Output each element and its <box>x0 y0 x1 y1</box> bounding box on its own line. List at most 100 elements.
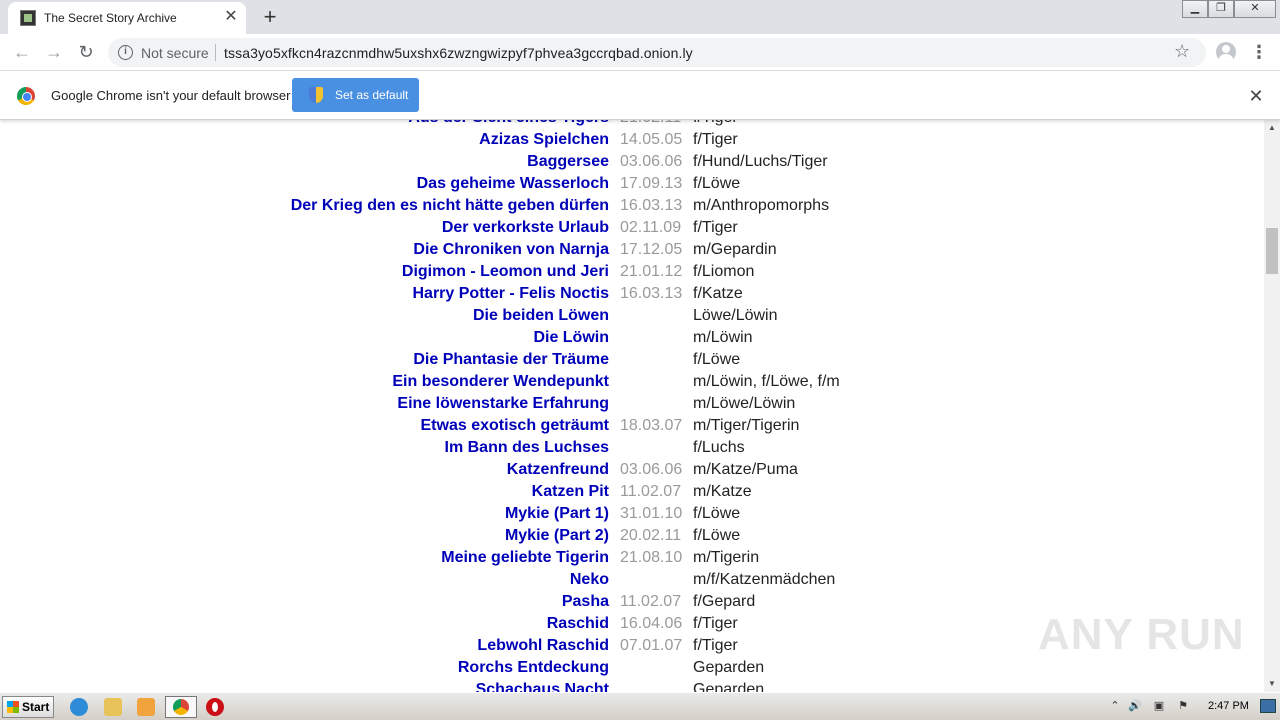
story-title-link[interactable]: Das geheime Wasserloch <box>417 175 609 193</box>
story-row: Pasha 11.02.07 f/Gepard <box>0 590 1264 612</box>
story-species: f/Löwe <box>693 351 741 368</box>
security-status[interactable]: Not secure <box>141 45 209 61</box>
story-row: Baggersee 03.06.06 f/Hund/Luchs/Tiger <box>0 150 1264 172</box>
story-species: f/Tiger <box>693 131 738 148</box>
story-species: Löwe/Löwin <box>693 307 778 324</box>
story-date: 16.03.13 <box>620 197 683 214</box>
story-date: 02.11.09 <box>620 219 682 236</box>
window-maximize-button[interactable]: ❐ <box>1208 0 1234 18</box>
story-row: Die Phantasie der Träume f/Löwe <box>0 348 1264 370</box>
story-species: f/Löwe <box>693 505 741 522</box>
anyrun-watermark: ANY RUN <box>1038 610 1245 659</box>
story-date: 18.03.07 <box>620 417 683 434</box>
story-title-link[interactable]: Azizas Spielchen <box>479 131 609 149</box>
story-row: Mykie (Part 2) 20.02.11 f/Löwe <box>0 524 1264 546</box>
show-hidden-icons-icon[interactable]: ⌃ <box>1108 699 1122 713</box>
story-title-link[interactable]: Raschid <box>547 615 609 633</box>
story-title-link[interactable]: Meine geliebte Tigerin <box>441 549 609 567</box>
story-row: Die Löwin m/Löwin <box>0 326 1264 348</box>
story-title-link[interactable]: Im Bann des Luchses <box>445 439 610 457</box>
uac-shield-icon <box>309 87 323 103</box>
story-title-link[interactable]: Ein besonderer Wendepunkt <box>392 373 609 391</box>
story-title-link[interactable]: Eine löwenstarke Erfahrung <box>397 395 609 413</box>
infobar-close-icon[interactable]: ✕ <box>1246 86 1266 106</box>
story-row: Etwas exotisch geträumt 18.03.07 m/Tiger/T… <box>0 414 1264 436</box>
story-title-link[interactable]: Baggersee <box>527 153 609 171</box>
story-species: f/Liomon <box>693 263 755 280</box>
vertical-scrollbar[interactable]: ▲ ▼ <box>1264 120 1280 692</box>
new-tab-button[interactable]: + <box>258 5 282 29</box>
browser-menu-icon[interactable]: ⋮ <box>1250 40 1268 64</box>
taskbar-clock[interactable]: 2:47 PM <box>1208 700 1249 712</box>
window-close-button[interactable]: ✕ <box>1234 0 1276 18</box>
bookmark-star-icon[interactable]: ☆ <box>1174 41 1190 62</box>
story-title-link[interactable]: Mykie (Part 1) <box>505 505 609 523</box>
address-bar[interactable]: i Not secure tssa3yo5xfkcn4razcnmdhw5uxs… <box>108 38 1206 67</box>
address-separator <box>215 44 216 61</box>
story-row: Mykie (Part 1) 31.01.10 f/Löwe <box>0 502 1264 524</box>
scroll-thumb[interactable] <box>1266 228 1278 274</box>
windows-logo-icon <box>7 701 19 713</box>
story-title-link[interactable]: Der verkorkste Urlaub <box>442 219 609 237</box>
story-row: Im Bann des Luchses f/Luchs <box>0 436 1264 458</box>
infobar-message: Google Chrome isn't your default browser <box>51 88 291 103</box>
story-date: 31.01.10 <box>620 505 683 522</box>
story-date: 07.01.07 <box>620 637 683 654</box>
tab-secret-story-archive[interactable]: The Secret Story Archive ✕ <box>8 2 246 34</box>
opera-icon[interactable] <box>206 698 224 716</box>
profile-avatar-icon[interactable] <box>1216 42 1236 62</box>
show-desktop-icon[interactable] <box>1260 699 1276 713</box>
story-title-link[interactable]: Lebwohl Raschid <box>477 637 609 655</box>
story-title-link[interactable]: Die Löwin <box>533 329 609 347</box>
forward-button[interactable]: → <box>42 40 66 64</box>
set-as-default-button[interactable]: Set as default <box>292 78 419 112</box>
story-row: Harry Potter - Felis Noctis 16.03.13 f/Kat… <box>0 282 1264 304</box>
site-favicon-icon <box>20 10 36 26</box>
scroll-down-arrow-icon[interactable]: ▼ <box>1264 676 1280 692</box>
window-minimize-button[interactable]: ▁ <box>1182 0 1208 18</box>
start-button[interactable]: Start <box>2 696 54 718</box>
volume-icon[interactable]: 🔊 <box>1128 699 1142 713</box>
story-title-link[interactable]: Digimon - Leomon und Jeri <box>402 263 609 281</box>
story-title-link[interactable]: Die Phantasie der Träume <box>413 351 609 369</box>
story-species: f/Gepard <box>693 593 756 610</box>
story-title-link[interactable]: Der Krieg den es nicht hätte geben dürfe… <box>291 197 609 215</box>
network-icon[interactable]: ▣ <box>1152 699 1166 713</box>
tab-close-icon[interactable]: ✕ <box>222 8 240 26</box>
story-title-link[interactable]: Neko <box>570 571 609 589</box>
story-title-link[interactable]: Etwas exotisch geträumt <box>421 417 610 435</box>
story-species: f/Tiger <box>693 615 738 632</box>
story-row: Neko m/f/Katzenmädchen <box>0 568 1264 590</box>
url-text[interactable]: tssa3yo5xfkcn4razcnmdhw5uxshx6zwzngwizpy… <box>224 45 693 61</box>
story-row: Azizas Spielchen 14.05.05 f/Tiger <box>0 128 1264 150</box>
story-species: f/Tiger <box>693 120 738 127</box>
reload-button[interactable]: ↻ <box>74 40 98 64</box>
story-title-link[interactable]: Aus der Sicht eines Tigers <box>408 120 609 127</box>
story-title-link[interactable]: Schachaus Nacht <box>476 681 609 692</box>
taskbar-chrome-button[interactable] <box>165 696 197 718</box>
story-title-link[interactable]: Rorchs Entdeckung <box>458 659 609 677</box>
story-title-link[interactable]: Katzenfreund <box>507 461 609 479</box>
story-title-link[interactable]: Die beiden Löwen <box>473 307 609 325</box>
chrome-icon <box>173 699 189 715</box>
story-title-link[interactable]: Harry Potter - Felis Noctis <box>413 285 610 303</box>
internet-explorer-icon[interactable] <box>70 698 88 716</box>
story-title-link[interactable]: Die Chroniken von Narnja <box>413 241 609 259</box>
story-title-link[interactable]: Katzen Pit <box>532 483 609 501</box>
story-date: 11.02.07 <box>620 593 682 610</box>
scroll-up-arrow-icon[interactable]: ▲ <box>1264 120 1280 136</box>
story-title-link[interactable]: Mykie (Part 2) <box>505 527 609 545</box>
story-species: m/f/Katzenmädchen <box>693 571 836 588</box>
info-icon[interactable]: i <box>118 45 133 60</box>
story-title-link[interactable]: Pasha <box>562 593 609 611</box>
story-species: f/Löwe <box>693 527 741 544</box>
start-label: Start <box>22 700 50 714</box>
file-explorer-icon[interactable] <box>104 698 122 716</box>
back-button[interactable]: ← <box>10 40 34 64</box>
story-date: 21.01.12 <box>620 263 683 280</box>
story-species: m/Tiger/Tigerin <box>693 417 800 434</box>
story-row: Die Chroniken von Narnja 17.12.05 m/Gepard… <box>0 238 1264 260</box>
story-species: Geparden <box>693 681 765 692</box>
media-player-icon[interactable] <box>137 698 155 716</box>
action-center-flag-icon[interactable]: ⚑ <box>1176 699 1190 713</box>
